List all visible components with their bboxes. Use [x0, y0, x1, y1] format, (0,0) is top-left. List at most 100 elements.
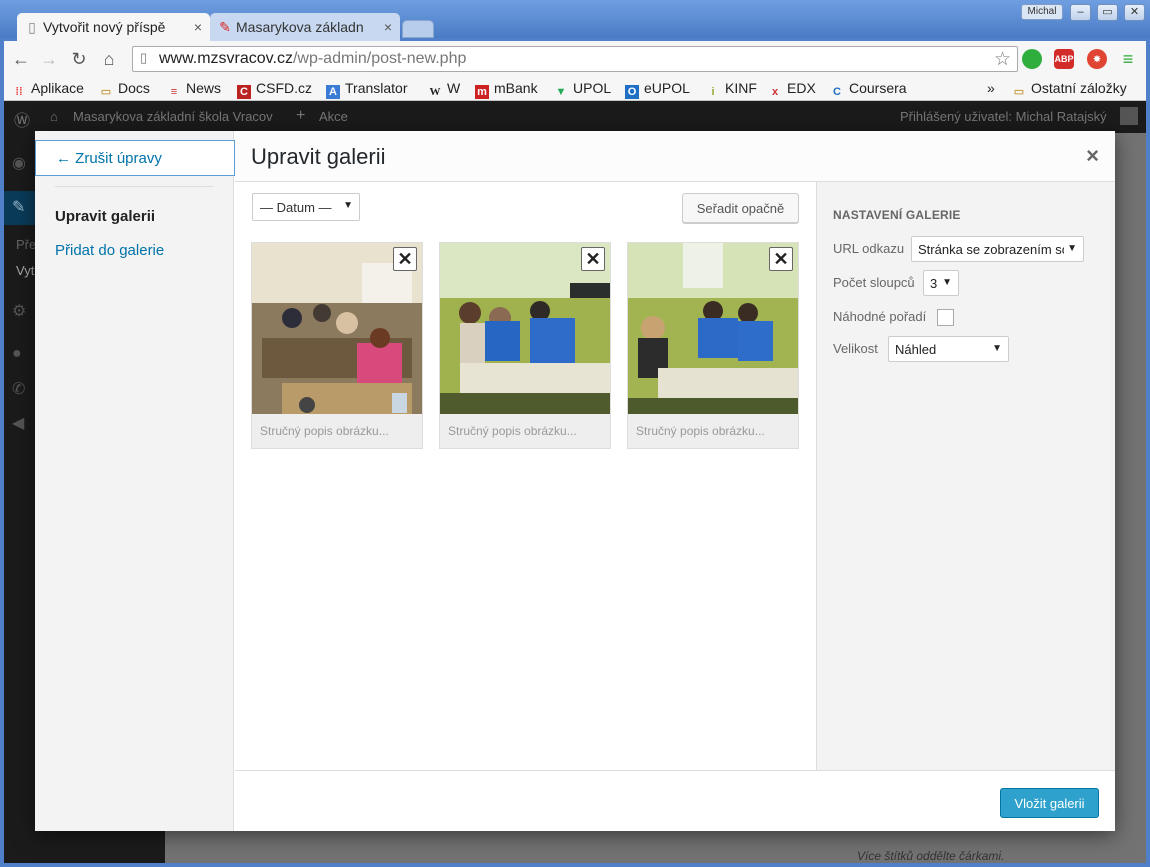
profile-badge[interactable]: Michal	[1021, 4, 1063, 20]
bookmark-other[interactable]: ▭ Ostatní záložky	[1012, 80, 1127, 99]
caption-input[interactable]: Stručný popis obrázku...	[440, 414, 610, 448]
new-tab-button[interactable]	[402, 20, 434, 38]
sort-date-select[interactable]: — Datum — ▼	[252, 193, 360, 221]
site-home-icon: ⌂	[50, 109, 58, 124]
bookmark-mbank[interactable]: m mBank	[475, 80, 538, 99]
tab-close-icon[interactable]: ×	[194, 19, 202, 35]
url-host: www.mzsvracov.cz	[159, 50, 293, 67]
close-window-button[interactable]: ✕	[1124, 4, 1145, 21]
bookmark-apps[interactable]: ⁞⁞ Aplikace	[12, 80, 84, 99]
remove-image-button[interactable]: ✕	[581, 247, 605, 271]
remove-image-button[interactable]: ✕	[393, 247, 417, 271]
coursera-icon: C	[833, 86, 841, 98]
random-order-checkbox[interactable]	[937, 309, 954, 326]
folder-icon: ▭	[1013, 86, 1025, 98]
bookmark-csfd[interactable]: C CSFD.cz	[237, 80, 312, 99]
plus-icon: +	[296, 107, 306, 124]
bookmark-news[interactable]: ≡ News	[167, 80, 221, 99]
bookmark-star-icon[interactable]: ☆	[994, 48, 1011, 71]
address-bar[interactable]: ▯ www.mzsvracov.cz/wp-admin/post-new.php…	[132, 46, 1018, 72]
collapse-icon[interactable]: ◀	[12, 413, 24, 433]
modal-footer: Vložit galerii	[235, 770, 1115, 831]
bookmark-wikipedia[interactable]: WW	[428, 80, 461, 99]
modal-sidebar: ← Zrušit úpravy Upravit galerii Přidat d…	[35, 131, 235, 831]
cancel-edit-link[interactable]: ← Zrušit úpravy	[35, 140, 235, 176]
tab-inactive[interactable]: ✎ Masarykova základn ×	[210, 13, 400, 41]
page-icon: ▯	[140, 50, 148, 65]
bookmark-docs[interactable]: ▭ Docs	[99, 80, 150, 99]
wordpress-logo-icon[interactable]: Ⓦ	[14, 107, 30, 131]
evernote-icon[interactable]	[1022, 49, 1042, 69]
size-label: Velikost	[833, 341, 878, 356]
gallery-item[interactable]: ✕ Stručný popis obrázku...	[439, 242, 611, 449]
random-order-label: Náhodné pořadí	[833, 309, 927, 324]
users-icon[interactable]: ●	[12, 345, 22, 363]
wikipedia-icon: W	[429, 86, 441, 98]
remove-image-button[interactable]: ✕	[769, 247, 793, 271]
kinf-icon: i	[711, 86, 715, 98]
bookmarks-overflow-chevron[interactable]: »	[987, 80, 995, 96]
close-icon[interactable]: ×	[1086, 143, 1099, 169]
site-name[interactable]: Masarykova základní škola Vracov	[73, 109, 273, 124]
plugins-icon[interactable]: ⚙	[12, 301, 26, 321]
page-icon: ▯	[28, 19, 36, 35]
bookmark-kinf[interactable]: i KINF	[706, 80, 756, 99]
tools-icon[interactable]: ✆	[12, 379, 25, 399]
bookmarks-bar: ⁞⁞ Aplikace ▭ Docs ≡ News C CSFD.cz A Transla…	[4, 77, 1146, 101]
bookmark-translator[interactable]: A Translator	[326, 80, 408, 99]
columns-select[interactable]: 3 ▼	[923, 270, 959, 296]
pin-icon[interactable]: ✎	[12, 197, 25, 217]
gallery-content: — Datum — ▼ Seřadit opačně ✕ Stručný pop…	[235, 182, 816, 770]
forward-icon[interactable]: →	[38, 49, 60, 70]
edx-icon: x	[771, 86, 779, 98]
caption-input[interactable]: Stručný popis obrázku...	[252, 414, 422, 448]
news-icon: ≡	[170, 86, 178, 98]
modal-header: Upravit galerii ×	[235, 131, 1115, 182]
link-to-select[interactable]: Stránka se zobrazením so ▼	[911, 236, 1084, 262]
sidebar-item-add-to-gallery[interactable]: Přidat do galerie	[55, 242, 164, 259]
adblock-icon[interactable]: ABP	[1054, 49, 1074, 69]
url-path: /wp-admin/post-new.php	[292, 50, 467, 67]
menu-sub-item[interactable]: Vyt	[16, 263, 34, 278]
sidebar-separator	[55, 186, 213, 187]
sidebar-item-edit-gallery[interactable]: Upravit galerii	[55, 208, 155, 225]
gallery-settings: NASTAVENÍ GALERIE URL odkazu Stránka se …	[816, 182, 1115, 770]
minimize-button[interactable]: –	[1070, 4, 1091, 21]
reload-icon[interactable]: ↻	[68, 49, 90, 70]
browser-toolbar: ← → ↻ ⌂ ▯ www.mzsvracov.cz/wp-admin/post…	[4, 41, 1146, 77]
bookmark-eupol[interactable]: OeUPOL	[625, 80, 690, 99]
reverse-order-button[interactable]: Seřadit opačně	[682, 193, 799, 223]
bookmark-upol[interactable]: ▼ UPOL	[554, 80, 612, 99]
menu-icon[interactable]: ≡	[1118, 49, 1138, 69]
back-icon[interactable]: ←	[10, 49, 32, 70]
home-icon[interactable]: ⌂	[98, 49, 120, 70]
bookmark-edx[interactable]: x EDX	[768, 80, 816, 99]
media-modal: ← Zrušit úpravy Upravit galerii Přidat d…	[35, 131, 1115, 831]
extension-icon[interactable]: ✸	[1087, 49, 1107, 69]
maximize-button[interactable]: ▭	[1097, 4, 1118, 21]
mbank-icon: m	[475, 85, 489, 99]
tab-title: Vytvořit nový příspě	[43, 19, 166, 35]
insert-gallery-button[interactable]: Vložit galerii	[1000, 788, 1099, 818]
tab-active[interactable]: ▯ Vytvořit nový příspě ×	[17, 13, 210, 41]
bookmark-coursera[interactable]: C Coursera	[830, 80, 907, 99]
outlook-icon: O	[625, 85, 639, 99]
chevron-down-icon: ▼	[343, 200, 353, 211]
dashboard-icon[interactable]: ◉	[12, 153, 26, 173]
chevron-down-icon: ▼	[942, 277, 952, 288]
menu-sub-item[interactable]: Pře	[16, 237, 36, 252]
size-select[interactable]: Náhled ▼	[888, 336, 1009, 362]
apps-grid-icon: ⁞⁞	[15, 86, 23, 98]
tab-close-icon[interactable]: ×	[384, 19, 392, 35]
avatar[interactable]	[1120, 107, 1138, 125]
page-title: Upravit galerii	[251, 144, 386, 169]
new-content-link[interactable]: Akce	[319, 109, 348, 124]
gallery-item[interactable]: ✕ Stručný popis obrázku...	[627, 242, 799, 449]
gallery-item[interactable]: ✕ Stručný popis obrázku...	[251, 242, 423, 449]
caption-input[interactable]: Stručný popis obrázku...	[628, 414, 798, 448]
settings-heading: NASTAVENÍ GALERIE	[833, 208, 961, 222]
logged-user[interactable]: Přihlášený uživatel: Michal Ratajský	[900, 109, 1107, 124]
translate-icon: A	[326, 85, 340, 99]
tags-hint: Více štítků oddělte čárkami.	[857, 849, 1005, 863]
chevron-down-icon: ▼	[1064, 243, 1077, 254]
